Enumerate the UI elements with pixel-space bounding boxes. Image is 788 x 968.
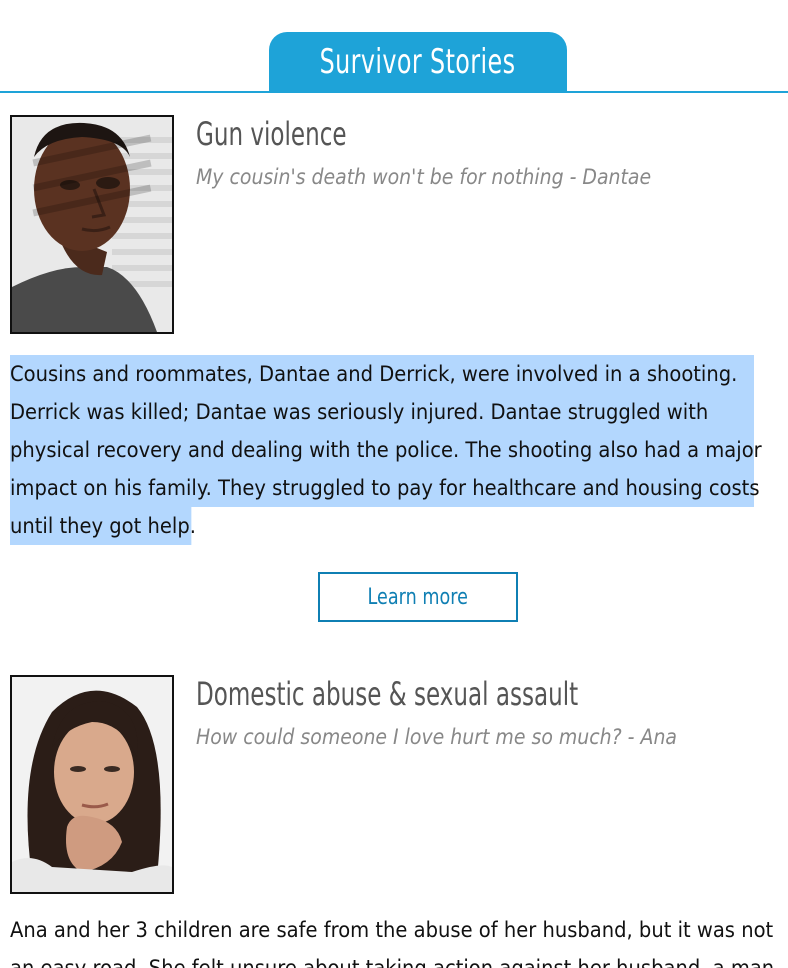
story-body-line: Derrick was killed; Dantae was seriously… <box>10 393 754 431</box>
story-body-line: Cousins and roommates, Dantae and Derric… <box>10 355 754 393</box>
story-heading: Gun violence <box>196 115 347 153</box>
story-heading: Domestic abuse & sexual assault <box>196 675 579 713</box>
page-header: Survivor Stories <box>0 0 788 94</box>
story-quote: My cousin's death won't be for nothing -… <box>196 165 652 189</box>
story-photo <box>10 675 174 894</box>
story-body-line: impact on his family. They struggled to … <box>10 469 760 507</box>
man-portrait-icon <box>12 117 172 332</box>
page-title: Survivor Stories <box>320 42 516 82</box>
story-body: Cousins and roommates, Dantae and Derric… <box>10 355 788 545</box>
story-body-line: Ana and her 3 children are safe from the… <box>10 918 774 942</box>
learn-more-label: Learn more <box>367 584 469 610</box>
header-tab: Survivor Stories <box>269 32 567 92</box>
story-photo <box>10 115 174 334</box>
story-quote: How could someone I love hurt me so much… <box>196 725 678 749</box>
learn-more-button[interactable]: Learn more <box>318 572 518 622</box>
story-body: Ana and her 3 children are safe from the… <box>10 911 788 968</box>
story-body-line: physical recovery and dealing with the p… <box>10 431 762 469</box>
story-body-line: until they got help. <box>10 507 196 545</box>
story-body-line: an easy road. She felt unsure about taki… <box>10 956 775 968</box>
woman-portrait-icon <box>12 677 172 892</box>
